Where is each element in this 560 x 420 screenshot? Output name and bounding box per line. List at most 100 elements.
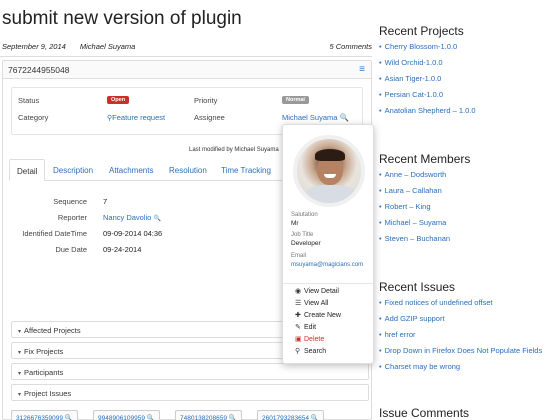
post-date: September 9, 2014	[2, 42, 66, 51]
post-author: Michael Suyama	[79, 42, 136, 51]
project-issue-chip[interactable]: 9948906109959 🔍	[93, 410, 160, 420]
salutation-value: Mr	[291, 220, 299, 227]
assignee-label: Assignee	[194, 113, 225, 122]
tab-time-tracking[interactable]: Time Tracking	[221, 159, 271, 181]
link-label: Charset may be wrong	[384, 362, 461, 371]
comments-count[interactable]: 5 Comments	[329, 42, 372, 51]
recent-project-link[interactable]: • Wild Orchid-1.0.0	[379, 58, 443, 67]
hamburger-menu-icon[interactable]: ≡	[359, 64, 365, 75]
tab-attachments[interactable]: Attachments	[109, 159, 153, 181]
section-title: Project Issues	[24, 389, 72, 398]
search-icon[interactable]: 🔍	[340, 113, 349, 122]
link-label: Robert – King	[384, 202, 431, 211]
category-value: Feature request	[112, 113, 166, 122]
recent-member-link[interactable]: • Anne – Dodsworth	[379, 170, 446, 179]
recent-member-link[interactable]: • Michael – Suyama	[379, 218, 446, 227]
recent-members-heading: Recent Members	[379, 152, 471, 166]
priority-label: Priority	[194, 96, 218, 105]
chip-label: 7480138208659	[180, 415, 227, 420]
link-label: href error	[384, 330, 416, 339]
chip-label: 9948906109959	[98, 415, 145, 420]
popover-divider	[283, 283, 373, 284]
section-project-issues[interactable]: ▾ Project Issues	[11, 384, 369, 401]
chip-label: 2601793283654	[262, 415, 309, 420]
recent-issues-heading: Recent Issues	[379, 280, 456, 294]
assignee-value: Michael Suyama	[282, 113, 338, 122]
link-label: Fixed notices of undefined offset	[384, 298, 493, 307]
email-link[interactable]: msuyama@magicians.com	[291, 262, 363, 268]
issue-header: 7672244955048 ≡	[3, 61, 371, 79]
eye-icon: ◉	[295, 288, 302, 295]
delete-action[interactable]: ▣ Delete	[295, 335, 324, 343]
link-label: Add GZIP support	[384, 314, 445, 323]
action-label: View All	[304, 300, 329, 307]
assignee-link[interactable]: Michael Suyama 🔍	[282, 113, 349, 122]
section-title: Participants	[24, 368, 64, 377]
view-detail-action[interactable]: ◉ View Detail	[295, 287, 339, 295]
due-date-value: 09-24-2014	[103, 245, 142, 254]
recent-member-link[interactable]: • Laura – Callahan	[379, 186, 442, 195]
link-label: Cherry Blossom-1.0.0	[384, 42, 458, 51]
edit-action[interactable]: ✎ Edit	[295, 323, 316, 331]
recent-project-link[interactable]: • Cherry Blossom-1.0.0	[379, 42, 457, 51]
tab-description[interactable]: Description	[53, 159, 93, 181]
due-date-label: Due Date	[55, 245, 87, 254]
plus-icon: ✚	[295, 312, 301, 319]
recent-issue-link[interactable]: • Add GZIP support	[379, 314, 445, 323]
recent-issue-link[interactable]: • Drop Down in Firefox Does Not Populate …	[379, 346, 542, 355]
search-icon[interactable]: 🔍	[153, 216, 160, 222]
link-label: Steven – Buchanan	[384, 234, 451, 243]
recent-projects-heading: Recent Projects	[379, 24, 464, 38]
assignee-popover: Salutation Mr Job Title Developer Email …	[282, 124, 374, 364]
reporter-link[interactable]: Nancy Davolio 🔍	[103, 213, 161, 222]
tab-resolution[interactable]: Resolution	[169, 159, 207, 181]
email-label: Email	[291, 253, 307, 259]
avatar	[293, 135, 365, 207]
issue-comments-heading: Issue Comments	[379, 406, 470, 420]
create-new-action[interactable]: ✚ Create New	[295, 311, 341, 319]
salutation-label: Salutation	[291, 212, 318, 218]
action-label: View Detail	[304, 288, 339, 295]
section-participants[interactable]: ▾ Participants	[11, 363, 369, 380]
link-label: Laura – Callahan	[384, 186, 442, 195]
view-all-action[interactable]: ☰ View All	[295, 299, 328, 307]
section-title: Fix Projects	[24, 347, 64, 356]
page-title: submit new version of plugin	[2, 8, 242, 29]
search-action[interactable]: ⚲ Search	[295, 347, 326, 355]
sequence-label: Sequence	[53, 197, 87, 206]
identified-value: 09-09-2014 04:36	[103, 229, 163, 238]
project-issue-chip[interactable]: 7480138208659 🔍	[175, 410, 242, 420]
job-title-value: Developer	[291, 240, 321, 247]
identified-label: Identified DateTime	[22, 229, 87, 238]
project-issue-chip[interactable]: 3126676359099 🔍	[11, 410, 78, 420]
recent-issue-link[interactable]: • Fixed notices of undefined offset	[379, 298, 493, 307]
recent-member-link[interactable]: • Robert – King	[379, 202, 431, 211]
recent-project-link[interactable]: • Anatolian Shepherd – 1.0.0	[379, 106, 476, 115]
link-label: Anatolian Shepherd – 1.0.0	[384, 106, 476, 115]
recent-project-link[interactable]: • Persian Cat-1.0.0	[379, 90, 443, 99]
link-label: Asian Tiger-1.0.0	[384, 74, 442, 83]
recent-issue-link[interactable]: • href error	[379, 330, 415, 339]
category-link[interactable]: ⚲Feature request	[107, 113, 165, 122]
chevron-down-icon: ▾	[18, 371, 22, 377]
section-title: Affected Projects	[24, 326, 81, 335]
trash-icon: ▣	[295, 336, 302, 343]
recent-member-link[interactable]: • Steven – Buchanan	[379, 234, 450, 243]
category-label: Category	[18, 113, 49, 122]
issue-number: 7672244955048	[8, 65, 70, 75]
last-modified: Last modified by Michael Suyama	[189, 147, 279, 153]
link-label: Persian Cat-1.0.0	[384, 90, 444, 99]
status-label: Status	[18, 96, 40, 105]
status-badge: Open	[107, 96, 130, 104]
recent-project-link[interactable]: • Asian Tiger-1.0.0	[379, 74, 441, 83]
chip-label: 3126676359099	[16, 415, 63, 420]
list-icon: ☰	[295, 300, 302, 307]
tab-detail[interactable]: Detail	[9, 159, 46, 181]
project-issue-chip[interactable]: 2601793283654 🔍	[257, 410, 324, 420]
recent-issue-link[interactable]: • Charset may be wrong	[379, 362, 460, 371]
action-label: Edit	[304, 324, 317, 331]
sequence-value: 7	[103, 197, 108, 206]
post-meta: September 9, 2014 Michael Suyama 5 Comme…	[2, 42, 372, 51]
search-icon: ⚲	[295, 348, 301, 355]
link-label: Wild Orchid-1.0.0	[384, 58, 443, 67]
